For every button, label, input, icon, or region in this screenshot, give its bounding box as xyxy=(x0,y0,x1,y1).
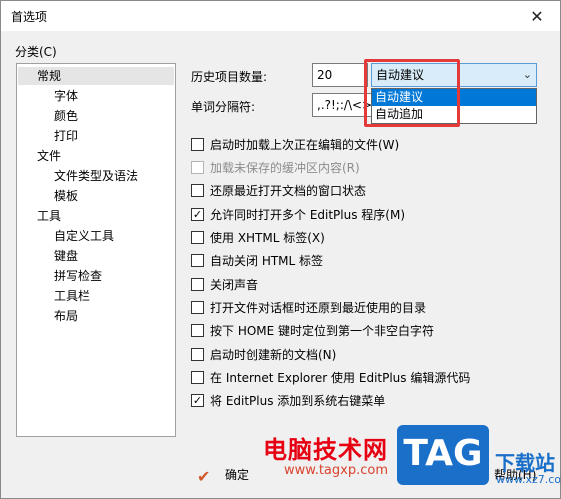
checkbox[interactable] xyxy=(191,277,204,291)
close-button[interactable]: ✕ xyxy=(514,1,560,31)
tree-item-keyboard[interactable]: 键盘 xyxy=(54,247,78,265)
option-ie-view-source[interactable]: 在 Internet Explorer 使用 EditPlus 编辑源代码 xyxy=(191,368,470,386)
option-create-new-doc[interactable]: 启动时创建新的文档(N) xyxy=(191,345,336,363)
option-use-xhtml-tags[interactable]: 使用 XHTML 标签(X) xyxy=(191,228,325,246)
watermark-download-url: www.xz7.com xyxy=(496,473,561,486)
watermark-tag-logo: TAG xyxy=(397,425,489,485)
option-label: 启动时加载上次正在编辑的文件(W) xyxy=(210,137,400,152)
checkbox[interactable] xyxy=(191,347,204,361)
autocomplete-dropdown: 自动建议 自动追加 xyxy=(371,88,537,124)
dropdown-option-auto-suggest[interactable]: 自动建议 xyxy=(372,89,536,106)
option-label: 将 EditPlus 添加到系统右键菜单 xyxy=(210,393,386,408)
option-label: 加载未保存的缓冲区内容(R) xyxy=(210,160,360,175)
checkbox[interactable]: ✓ xyxy=(191,393,204,407)
tree-item-print[interactable]: 打印 xyxy=(54,127,78,145)
checkbox[interactable] xyxy=(191,370,204,384)
tree-item-file[interactable]: 文件 xyxy=(37,147,61,165)
option-add-context-menu[interactable]: ✓ 将 EditPlus 添加到系统右键菜单 xyxy=(191,391,385,409)
tree-item-font[interactable]: 字体 xyxy=(54,87,78,105)
tree-item-color[interactable]: 颜色 xyxy=(54,107,78,125)
tree-item-template[interactable]: 模板 xyxy=(54,187,78,205)
autocomplete-select[interactable]: 自动建议 ⌄ xyxy=(371,63,537,87)
checkbox[interactable] xyxy=(191,137,204,151)
option-home-first-nonspace[interactable]: 按下 HOME 键时定位到第一个非空白字符 xyxy=(191,321,434,339)
dropdown-option-auto-append[interactable]: 自动追加 xyxy=(372,106,536,123)
option-label: 关闭声音 xyxy=(210,277,259,292)
watermark-download: 下载站 xyxy=(495,451,555,475)
category-tree[interactable]: 常规 字体 颜色 打印 文件 文件类型及语法 模板 工具 自定义工具 键盘 拼写… xyxy=(16,63,176,437)
checkbox[interactable] xyxy=(191,230,204,244)
option-load-last-files[interactable]: 启动时加载上次正在编辑的文件(W) xyxy=(191,135,399,153)
option-allow-multiple-instances[interactable]: ✓ 允许同时打开多个 EditPlus 程序(M) xyxy=(191,205,405,223)
word-separator-label: 单词分隔符: xyxy=(191,100,256,114)
option-label: 自动关闭 HTML 标签 xyxy=(210,253,324,268)
option-auto-close-html-tags[interactable]: 自动关闭 HTML 标签 xyxy=(191,251,323,269)
tree-item-filetype-syntax[interactable]: 文件类型及语法 xyxy=(54,167,138,185)
option-label: 打开文件对话框时还原到最近使用的目录 xyxy=(210,300,427,315)
window-title: 首选项 xyxy=(11,10,48,24)
option-label: 按下 HOME 键时定位到第一个非空白字符 xyxy=(210,323,435,338)
option-mute-sound[interactable]: 关闭声音 xyxy=(191,275,258,293)
watermark-site-url: www.tagxp.com xyxy=(284,463,388,478)
watermark-tag-text: TAG xyxy=(403,433,483,474)
checkbox[interactable] xyxy=(191,323,204,337)
option-label: 启动时创建新的文档(N) xyxy=(210,347,337,362)
tree-item-layout[interactable]: 布局 xyxy=(54,307,78,325)
history-count-input[interactable]: 20 xyxy=(312,63,368,87)
title-bar: 首选项 ✕ xyxy=(1,1,560,31)
word-separator-input[interactable]: ,.?!;:/\<>( xyxy=(312,93,374,117)
option-label: 允许同时打开多个 EditPlus 程序(M) xyxy=(210,207,406,222)
tree-item-spellcheck[interactable]: 拼写检查 xyxy=(54,267,102,285)
option-label: 在 Internet Explorer 使用 EditPlus 编辑源代码 xyxy=(210,370,471,385)
preferences-dialog: 首选项 ✕ 分类(C) 常规 字体 颜色 打印 文件 文件类型及语法 模板 工具… xyxy=(0,0,561,499)
checkmark-icon: ✔ xyxy=(197,467,211,486)
ok-button[interactable]: 确定 xyxy=(225,463,249,487)
checkbox[interactable] xyxy=(191,183,204,197)
tree-item-general[interactable]: 常规 xyxy=(18,67,174,85)
checkbox[interactable]: ✓ xyxy=(191,207,204,221)
chevron-down-icon[interactable]: ⌄ xyxy=(523,64,532,86)
checkbox[interactable] xyxy=(191,253,204,267)
select-value: 自动建议 xyxy=(376,68,425,82)
watermark-site-name: 电脑技术网 xyxy=(263,436,388,464)
checkbox[interactable] xyxy=(191,300,204,314)
option-load-unsaved-buffer: 加载未保存的缓冲区内容(R) xyxy=(191,158,360,176)
category-label: 分类(C) xyxy=(15,45,57,59)
tree-item-toolbar[interactable]: 工具栏 xyxy=(54,287,90,305)
option-label: 使用 XHTML 标签(X) xyxy=(210,230,325,245)
option-restore-recent-dir[interactable]: 打开文件对话框时还原到最近使用的目录 xyxy=(191,298,426,316)
tree-item-custom-tools[interactable]: 自定义工具 xyxy=(54,227,114,245)
tree-item-tools[interactable]: 工具 xyxy=(37,207,61,225)
option-label: 还原最近打开文档的窗口状态 xyxy=(210,183,367,198)
option-restore-window-state[interactable]: 还原最近打开文档的窗口状态 xyxy=(191,181,366,199)
checkbox xyxy=(191,160,204,174)
history-count-label: 历史项目数量: xyxy=(191,70,268,84)
